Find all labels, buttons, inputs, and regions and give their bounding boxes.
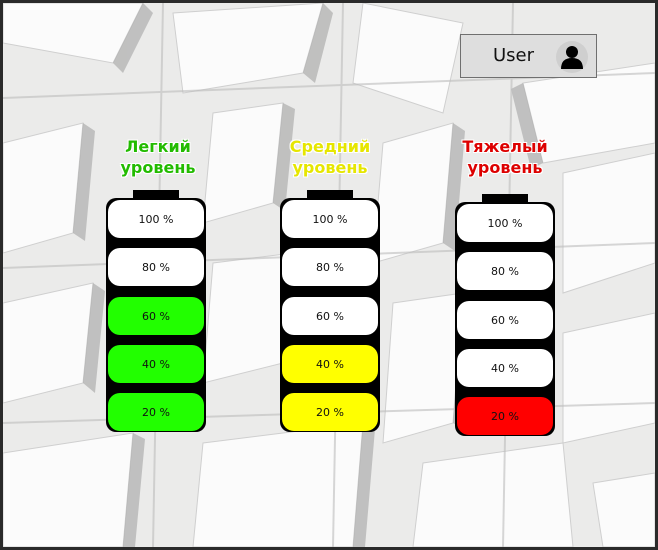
level-cell-medium-20[interactable]: 20 % — [282, 393, 378, 431]
level-cell-hard-60[interactable]: 60 % — [457, 301, 553, 339]
main-window: User Легкий уровень 100 % 80 % 60 % 40 %… — [0, 0, 658, 550]
level-title-medium-line1: Средний — [289, 137, 371, 156]
level-cell-medium-60[interactable]: 60 % — [282, 297, 378, 335]
battery-tip — [307, 190, 353, 198]
battery-tip — [133, 190, 179, 198]
level-title-hard-line1: Тяжелый — [462, 137, 548, 156]
level-cell-medium-100[interactable]: 100 % — [282, 200, 378, 238]
level-cell-easy-60[interactable]: 60 % — [108, 297, 204, 335]
level-title-medium: Средний уровень — [265, 136, 395, 178]
user-button-label: User — [493, 45, 535, 66]
battery-tip — [482, 194, 528, 202]
level-cell-medium-40[interactable]: 40 % — [282, 345, 378, 383]
level-cell-easy-20[interactable]: 20 % — [108, 393, 204, 431]
level-cell-hard-100[interactable]: 100 % — [457, 204, 553, 242]
level-cell-easy-40[interactable]: 40 % — [108, 345, 204, 383]
level-title-easy-line2: уровень — [120, 158, 196, 177]
level-title-easy-line1: Легкий — [125, 137, 191, 156]
level-cell-medium-80[interactable]: 80 % — [282, 248, 378, 286]
level-cell-hard-20[interactable]: 20 % — [457, 397, 553, 435]
user-button[interactable]: User — [460, 34, 597, 78]
level-title-hard: Тяжелый уровень — [440, 136, 570, 178]
level-cell-easy-80[interactable]: 80 % — [108, 248, 204, 286]
user-icon — [556, 41, 588, 73]
level-cell-easy-100[interactable]: 100 % — [108, 200, 204, 238]
level-title-medium-line2: уровень — [292, 158, 368, 177]
level-cell-hard-40[interactable]: 40 % — [457, 349, 553, 387]
level-title-hard-line2: уровень — [467, 158, 543, 177]
level-title-easy: Легкий уровень — [93, 136, 223, 178]
level-cell-hard-80[interactable]: 80 % — [457, 252, 553, 290]
